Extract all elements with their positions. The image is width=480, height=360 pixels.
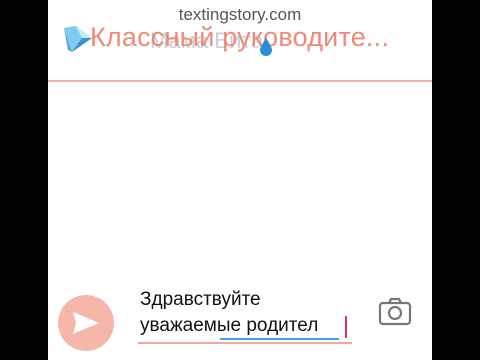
spellcheck-underline	[220, 338, 339, 340]
water-drop-icon	[260, 38, 272, 56]
chat-header: Мама Вита Классный руководите...	[48, 22, 432, 82]
composer-bar: Здравствуйте уважаемые родител	[48, 285, 432, 360]
message-area[interactable]	[48, 60, 432, 285]
camera-icon[interactable]	[378, 295, 412, 327]
send-button[interactable]	[58, 295, 114, 351]
input-underline	[138, 342, 352, 344]
send-icon	[73, 312, 99, 334]
text-cursor	[345, 316, 347, 338]
chat-screen: textingstory.com Мама Вита Классный руко…	[48, 0, 432, 360]
message-input[interactable]: Здравствуйте уважаемые родител	[140, 287, 355, 343]
